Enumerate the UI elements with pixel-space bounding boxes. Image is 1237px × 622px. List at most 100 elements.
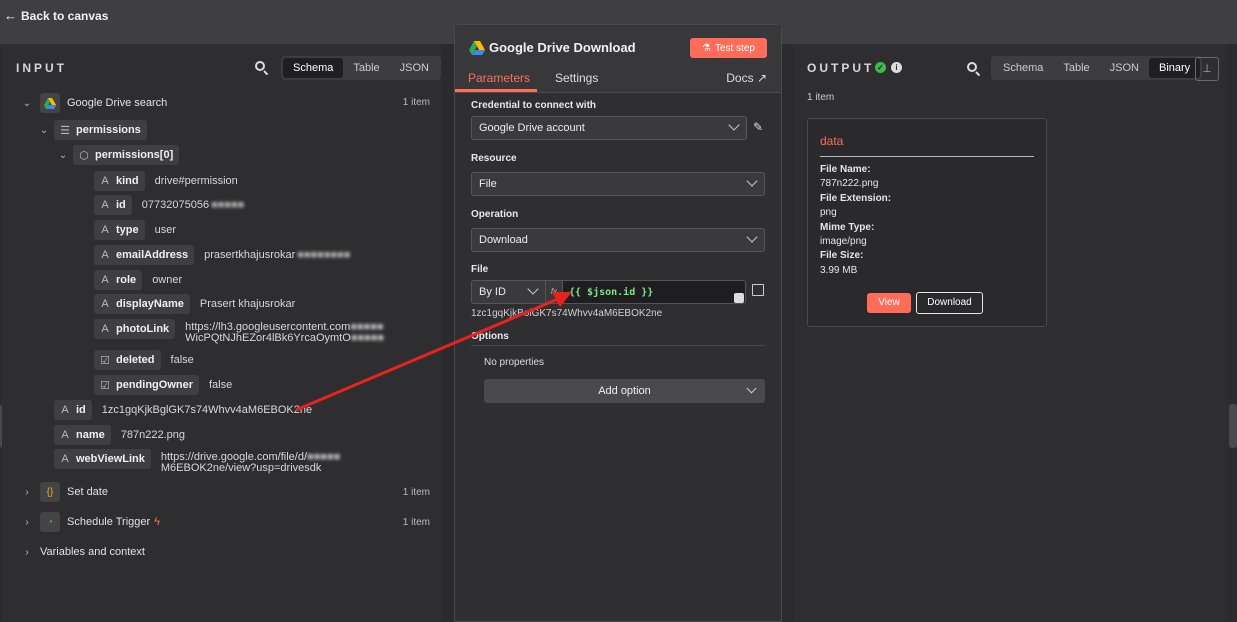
output-item-count: 1 item: [807, 92, 835, 103]
divider: [471, 345, 765, 346]
cube-icon: ⬡: [79, 149, 89, 162]
key-pill: AemailAddress: [94, 245, 195, 265]
credential-select[interactable]: Google Drive account: [471, 116, 747, 140]
tab-schema[interactable]: Schema: [993, 58, 1053, 78]
file-ext-label: File Extension:: [820, 193, 892, 204]
string-type-icon: A: [101, 323, 109, 335]
key-pill: Arole: [94, 270, 143, 290]
key-pill: Akind: [94, 171, 145, 191]
field-type[interactable]: Atype user: [94, 220, 176, 240]
node-variables-context[interactable]: › Variables and context: [22, 542, 145, 562]
node-label: Google Drive search: [67, 97, 168, 109]
search-icon[interactable]: [967, 62, 981, 77]
tab-json[interactable]: JSON: [390, 58, 439, 78]
open-external-icon[interactable]: [752, 284, 764, 296]
file-mode-select[interactable]: By ID: [471, 280, 546, 304]
field-value: drive#permission: [154, 175, 238, 187]
resource-label: Resource: [471, 153, 517, 164]
field-id[interactable]: Aid 1zc1gqKjkBglGK7s74Whvv4aM6EBOK2ne: [54, 400, 312, 420]
chevron-down-icon: ⌄: [22, 97, 32, 109]
right-edge-handle[interactable]: [1229, 404, 1237, 448]
item-count: 1 item: [402, 487, 430, 498]
key-pill: Aname: [54, 425, 111, 445]
pencil-icon[interactable]: ✎: [753, 120, 763, 134]
chevron-down-icon: ⌄: [39, 124, 49, 136]
back-to-canvas-link[interactable]: ← Back to canvas: [4, 8, 108, 23]
field-role[interactable]: Arole owner: [94, 270, 182, 290]
tab-json[interactable]: JSON: [1100, 58, 1149, 78]
node-permissions-0[interactable]: ⌄ ⬡ permissions[0]: [58, 145, 180, 165]
tab-settings[interactable]: Settings: [555, 71, 598, 85]
tab-table[interactable]: Table: [1053, 58, 1099, 78]
item-count: 1 item: [402, 97, 430, 108]
node-parameters-modal: Google Drive Download ⚗ Test step Parame…: [454, 24, 782, 622]
field-value: https://drive.google.com/file/d/■■■■■ M6E…: [160, 451, 341, 474]
field-value: user: [154, 224, 177, 236]
tab-parameters[interactable]: Parameters: [468, 71, 530, 85]
google-drive-icon: [469, 41, 485, 55]
output-view-tabs: Schema Table JSON Binary: [991, 56, 1203, 80]
field-value: 1zc1gqKjkBglGK7s74Whvv4aM6EBOK2ne: [101, 404, 313, 416]
view-button[interactable]: View: [867, 293, 911, 313]
node-label: Set date: [67, 486, 108, 498]
field-value: https://lh3.googleusercontent.com■■■■■ Wi…: [185, 321, 385, 344]
node-schedule-trigger[interactable]: › ◔ Schedule Trigger ϟ: [22, 512, 160, 532]
expand-icon[interactable]: [734, 293, 744, 303]
tab-binary[interactable]: Binary: [1149, 58, 1201, 78]
node-google-drive-search[interactable]: ⌄ Google Drive search: [22, 93, 167, 113]
test-step-button[interactable]: ⚗ Test step: [690, 38, 767, 58]
input-view-tabs: Schema Table JSON: [281, 56, 441, 80]
download-button[interactable]: Download: [916, 292, 983, 314]
info-icon[interactable]: i: [891, 62, 902, 73]
operation-select[interactable]: Download: [471, 228, 765, 252]
tab-table[interactable]: Table: [343, 58, 389, 78]
field-web-view-link[interactable]: AwebViewLink https://drive.google.com/fi…: [54, 449, 340, 474]
clock-icon: ◔: [40, 512, 60, 532]
field-value: false: [209, 379, 233, 391]
file-id-expression-input[interactable]: {{ $json.id }}: [562, 280, 746, 304]
node-permissions[interactable]: ⌄ ☰ permissions: [39, 120, 147, 140]
field-value: Prasert khajusrokar: [199, 298, 296, 310]
string-type-icon: A: [61, 453, 69, 465]
redacted-mark: ■■■■■: [211, 199, 245, 211]
key-pill: AdisplayName: [94, 294, 190, 314]
field-name[interactable]: Aname 787n222.png: [54, 425, 185, 445]
mime-type-value: image/png: [820, 236, 867, 247]
field-id-perm[interactable]: Aid 07732075056 ■■■■■: [94, 195, 244, 215]
field-kind[interactable]: Akind drive#permission: [94, 171, 238, 191]
file-label: File: [471, 264, 489, 275]
pin-icon[interactable]: ⊥: [1195, 57, 1219, 81]
file-size-label: File Size:: [820, 250, 864, 261]
credential-label: Credential to connect with: [471, 100, 597, 111]
chevron-down-icon: [746, 175, 758, 187]
file-ext-value: png: [820, 207, 837, 218]
key-pill: AwebViewLink: [54, 449, 151, 469]
add-option-button[interactable]: Add option: [484, 379, 765, 403]
string-type-icon: A: [61, 404, 69, 416]
search-icon[interactable]: [255, 61, 269, 76]
item-count: 1 item: [402, 517, 430, 528]
chevron-down-icon: ⌄: [58, 149, 68, 161]
field-value: owner: [152, 274, 183, 286]
field-value: 07732075056: [141, 199, 210, 211]
file-name-label: File Name:: [820, 164, 871, 175]
options-label: Options: [471, 331, 509, 342]
operation-label: Operation: [471, 209, 519, 220]
boolean-type-icon: ☑: [100, 354, 110, 367]
field-value: false: [170, 354, 194, 366]
tab-schema[interactable]: Schema: [283, 58, 344, 78]
success-check-icon: ✓: [875, 62, 886, 73]
arrow-left-icon: ←: [4, 8, 17, 23]
field-pending-owner[interactable]: ☑ pendingOwner false: [94, 375, 232, 395]
modal-header: Google Drive Download ⚗ Test step Parame…: [455, 25, 781, 93]
field-email[interactable]: AemailAddress prasertkhajusrokar ■■■■■■■…: [94, 245, 350, 265]
braces-icon: {}: [40, 482, 60, 502]
node-set-date[interactable]: › {} Set date: [22, 482, 108, 502]
docs-link[interactable]: Docs ↗: [726, 71, 767, 85]
no-properties-text: No properties: [484, 357, 545, 368]
resource-select[interactable]: File: [471, 172, 765, 196]
field-photo-link[interactable]: AphotoLink https://lh3.googleusercontent…: [94, 319, 384, 344]
chevron-down-icon: [728, 119, 740, 131]
field-display-name[interactable]: AdisplayName Prasert khajusrokar: [94, 294, 295, 314]
field-deleted[interactable]: ☑ deleted false: [94, 350, 194, 370]
